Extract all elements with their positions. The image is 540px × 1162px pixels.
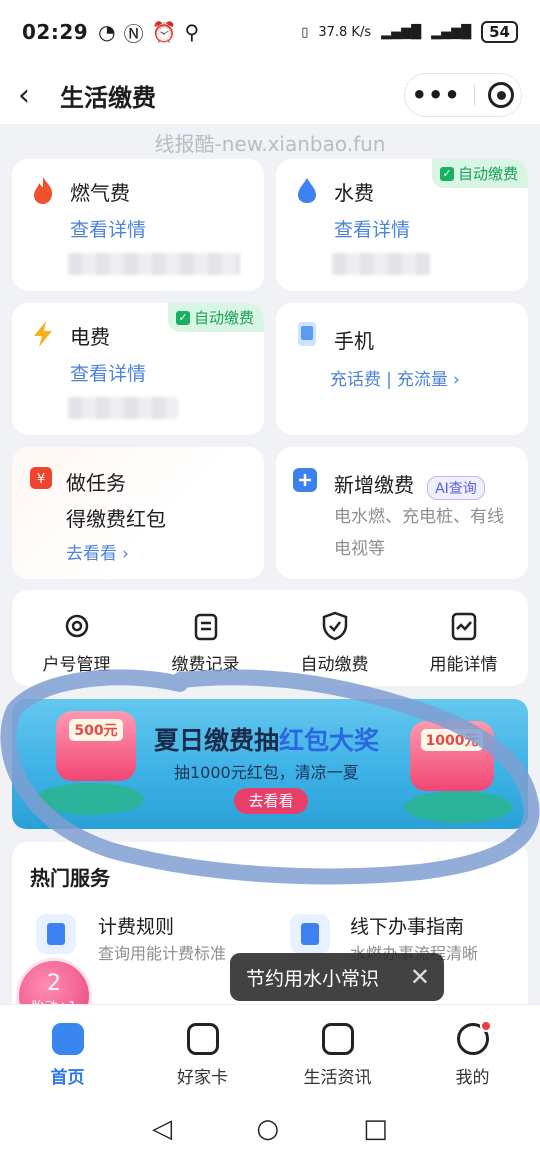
phone-title: 手机 xyxy=(334,329,374,353)
mini-program-capsule: ••• xyxy=(404,73,522,117)
add-payment-title: 新增缴费 xyxy=(334,473,414,497)
task-card[interactable]: ¥ 做任务 得缴费红包 去看看 › xyxy=(12,447,264,579)
service-desc: 查询用能计费标准 xyxy=(98,944,227,963)
water-drop-icon xyxy=(298,178,316,203)
smiley-icon xyxy=(456,1020,492,1055)
svg-text:¥: ¥ xyxy=(37,472,45,487)
close-target-icon[interactable] xyxy=(488,82,515,108)
tab-family-card[interactable]: 好家卡 xyxy=(135,1005,270,1096)
toast-text: 节约用水小常识 xyxy=(246,967,380,990)
auto-pay-badge: ✓ 自动缴费 xyxy=(167,303,264,332)
hot-services-title: 热门服务 xyxy=(30,866,110,890)
service-name[interactable]: 计费规则 xyxy=(98,912,174,939)
tips-toast[interactable]: 节约用水小常识 ✕ xyxy=(230,953,444,1001)
service-name[interactable]: 线下办事指南 xyxy=(350,912,464,939)
red-envelope-icon: ¥ xyxy=(30,467,52,489)
signal-icon-2: ▂▄▆█ xyxy=(431,24,472,40)
tab-home[interactable]: 首页 xyxy=(0,1005,135,1096)
gift-bag-icon xyxy=(186,1023,219,1055)
vibrate-icon: ▯ xyxy=(301,24,309,40)
electric-title: 电费 xyxy=(70,325,110,349)
status-bar: 02:29 ◔ Ⓝ ⏰ ⚲ ▯ 37.8 K/s ▂▄▆█ ▂▄▆█ 54 xyxy=(0,0,540,64)
net-speed: 37.8 K/s xyxy=(318,24,372,40)
chart-doc-icon xyxy=(451,612,476,641)
ai-query-badge[interactable]: AI查询 xyxy=(427,475,485,500)
water-title: 水费 xyxy=(334,181,374,205)
quick-actions-row: 户号管理 缴费记录 自动缴费 用能详情 xyxy=(12,590,528,686)
check-icon: ✓ xyxy=(439,166,454,181)
clipboard-icon xyxy=(194,613,217,641)
chevron-right-icon: › xyxy=(122,544,129,564)
more-button[interactable]: ••• xyxy=(412,81,461,109)
add-payment-desc-2: 电视等 xyxy=(334,539,385,559)
gas-title: 燃气费 xyxy=(70,181,130,205)
quick-action-autopay[interactable]: 自动缴费 xyxy=(270,590,399,686)
location-icon: ⚲ xyxy=(184,20,200,44)
phone-card[interactable]: 手机 充话费 | 充流量 › xyxy=(276,303,528,435)
gift-box-icon: 500元 xyxy=(56,711,136,781)
lightning-icon xyxy=(34,321,52,347)
home-circle-icon[interactable]: ○ xyxy=(256,1114,279,1144)
water-details-link[interactable]: 查看详情 xyxy=(334,215,410,242)
tab-life-news[interactable]: 生活资讯 xyxy=(270,1005,405,1096)
banner-title: 夏日缴费抽红包大奖 xyxy=(154,726,380,755)
flame-icon xyxy=(34,177,53,204)
add-payment-card[interactable]: 新增缴费 AI查询 电水燃、充电桩、有线 电视等 xyxy=(276,447,528,579)
blurred-account xyxy=(332,253,430,275)
billing-rules-icon xyxy=(36,914,76,954)
recents-square-icon[interactable]: □ xyxy=(363,1114,388,1144)
system-navigation: ◁ ○ □ xyxy=(0,1096,540,1162)
gear-icon xyxy=(65,614,88,638)
gas-details-link[interactable]: 查看详情 xyxy=(70,215,146,242)
phone-icon xyxy=(298,322,316,346)
tab-me[interactable]: 我的 xyxy=(405,1005,540,1096)
blurred-account xyxy=(68,253,240,275)
electric-details-link[interactable]: 查看详情 xyxy=(70,359,146,386)
signal-icon: ▂▄▆█ xyxy=(381,24,422,40)
speedometer-icon: ◔ xyxy=(98,20,116,44)
offline-guide-icon xyxy=(290,914,330,954)
video-play-icon xyxy=(321,1023,354,1055)
back-triangle-icon[interactable]: ◁ xyxy=(152,1114,172,1144)
battery-icon: 54 xyxy=(481,21,518,43)
bottom-tab-bar: 首页 好家卡 生活资讯 我的 xyxy=(0,1004,540,1096)
check-icon: ✓ xyxy=(175,310,190,325)
promo-banner[interactable]: 500元 1000元 夏日缴费抽红包大奖 抽1000元红包，清凉一夏 去看看 xyxy=(12,699,528,829)
notification-dot xyxy=(479,1020,492,1032)
auto-pay-badge: ✓ 自动缴费 xyxy=(431,159,528,188)
quick-action-usage[interactable]: 用能详情 xyxy=(399,590,528,686)
blurred-account xyxy=(68,397,178,419)
nfc-icon: Ⓝ xyxy=(123,21,144,46)
home-icon xyxy=(51,1023,84,1055)
page-title: 生活缴费 xyxy=(60,83,156,112)
recharge-data-link[interactable]: 充流量 xyxy=(397,370,448,390)
shield-check-icon xyxy=(322,611,347,641)
chevron-right-icon: › xyxy=(453,370,460,390)
add-payment-desc: 电水燃、充电桩、有线 xyxy=(334,507,504,527)
plus-icon xyxy=(293,468,317,492)
navigation-bar: ‹ 生活缴费 ••• xyxy=(0,64,540,126)
banner-subtitle: 抽1000元红包，清凉一夏 xyxy=(174,763,359,782)
gift-box-icon: 1000元 xyxy=(410,721,494,791)
water-card[interactable]: ✓ 自动缴费 水费 查看详情 xyxy=(276,159,528,291)
clock: 02:29 xyxy=(22,20,89,44)
close-icon[interactable]: ✕ xyxy=(410,963,430,991)
task-go-link[interactable]: 去看看 xyxy=(66,544,117,564)
electric-card[interactable]: ✓ 自动缴费 电费 查看详情 xyxy=(12,303,264,435)
gas-card[interactable]: 燃气费 查看详情 xyxy=(12,159,264,291)
recharge-call-link[interactable]: 充话费 xyxy=(330,370,381,390)
task-title: 做任务 xyxy=(66,471,126,495)
back-arrow-icon[interactable]: ‹ xyxy=(18,78,54,113)
task-subtitle: 得缴费红包 xyxy=(66,507,166,531)
quick-action-account[interactable]: 户号管理 xyxy=(12,590,141,686)
quick-action-records[interactable]: 缴费记录 xyxy=(141,590,270,686)
banner-go-button[interactable]: 去看看 xyxy=(234,788,308,814)
alarm-icon: ⏰ xyxy=(151,20,177,44)
watermark: 线报酷-new.xianbao.fun xyxy=(154,132,386,156)
